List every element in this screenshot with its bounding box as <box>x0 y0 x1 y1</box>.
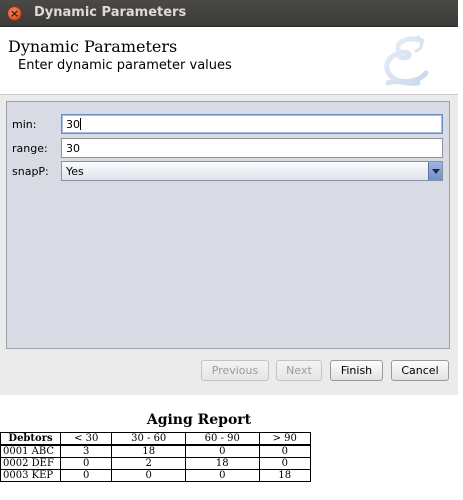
parameters-form: min: 30 range: 30 snapP: Yes <box>6 101 450 349</box>
debtor-cell: 0001 ABC <box>0 444 61 458</box>
range-label: range: <box>12 142 48 155</box>
debtor-cell: 0002 DEF <box>0 457 61 470</box>
table-cell: 0 <box>258 444 312 458</box>
table-cell: 0 <box>184 444 260 458</box>
table-cell: 0 <box>258 457 312 470</box>
cancel-button[interactable]: Cancel <box>391 360 449 381</box>
previous-button[interactable]: Previous <box>201 360 269 381</box>
column-header: 30 - 60 <box>111 432 186 446</box>
header-subtitle: Enter dynamic parameter values <box>18 58 232 73</box>
table-cell: 18 <box>184 457 260 470</box>
snapp-label: snapP: <box>12 165 49 178</box>
debtor-cell: 0003 KEP <box>0 469 61 482</box>
range-value: 30 <box>66 142 80 155</box>
dropdown-arrow-button[interactable] <box>428 162 442 180</box>
table-cell: 0 <box>111 469 186 482</box>
min-value: 30 <box>66 118 80 131</box>
dialog-header: Dynamic Parameters Enter dynamic paramet… <box>0 27 458 95</box>
min-input[interactable]: 30 <box>61 114 443 134</box>
header-title: Dynamic Parameters <box>8 37 178 56</box>
close-window-button[interactable]: × <box>7 6 22 21</box>
column-header: < 30 <box>59 432 113 446</box>
table-cell: 0 <box>184 469 260 482</box>
snapp-selected-value: Yes <box>66 165 84 178</box>
range-input[interactable]: 30 <box>61 138 443 158</box>
table-cell: 2 <box>111 457 186 470</box>
snapp-select[interactable]: Yes <box>61 161 443 181</box>
table-row: 0001 ABC 3 18 0 0 <box>0 444 312 458</box>
table-header-row: Debtors < 30 30 - 60 60 - 90 > 90 <box>0 432 312 446</box>
table-row: 0003 KEP 0 0 0 18 <box>0 469 312 482</box>
next-button[interactable]: Next <box>276 360 322 381</box>
close-icon: × <box>9 7 20 20</box>
window-titlebar: × Dynamic Parameters <box>0 0 458 27</box>
form-row-min: min: 30 <box>7 114 449 136</box>
finish-button[interactable]: Finish <box>330 360 383 381</box>
column-header: Debtors <box>0 432 61 446</box>
table-cell: 3 <box>59 444 113 458</box>
table-cell: 0 <box>59 469 113 482</box>
column-header: 60 - 90 <box>184 432 260 446</box>
table-cell: 18 <box>258 469 312 482</box>
column-header: > 90 <box>258 432 312 446</box>
table-cell: 0 <box>59 457 113 470</box>
aging-report-table: Debtors < 30 30 - 60 60 - 90 > 90 0001 A… <box>0 432 312 482</box>
window-title: Dynamic Parameters <box>34 5 187 20</box>
table-cell: 18 <box>111 444 186 458</box>
script-e-logo-icon <box>384 35 429 86</box>
min-label: min: <box>12 118 37 131</box>
form-row-range: range: 30 <box>7 138 449 160</box>
text-caret <box>80 118 81 130</box>
report-title: Aging Report <box>146 412 252 428</box>
table-row: 0002 DEF 0 2 18 0 <box>0 457 312 470</box>
dialog-body: min: 30 range: 30 snapP: Yes Previous Ne… <box>0 95 458 395</box>
form-row-snapp: snapP: Yes <box>7 161 449 183</box>
chevron-down-icon <box>432 169 440 174</box>
